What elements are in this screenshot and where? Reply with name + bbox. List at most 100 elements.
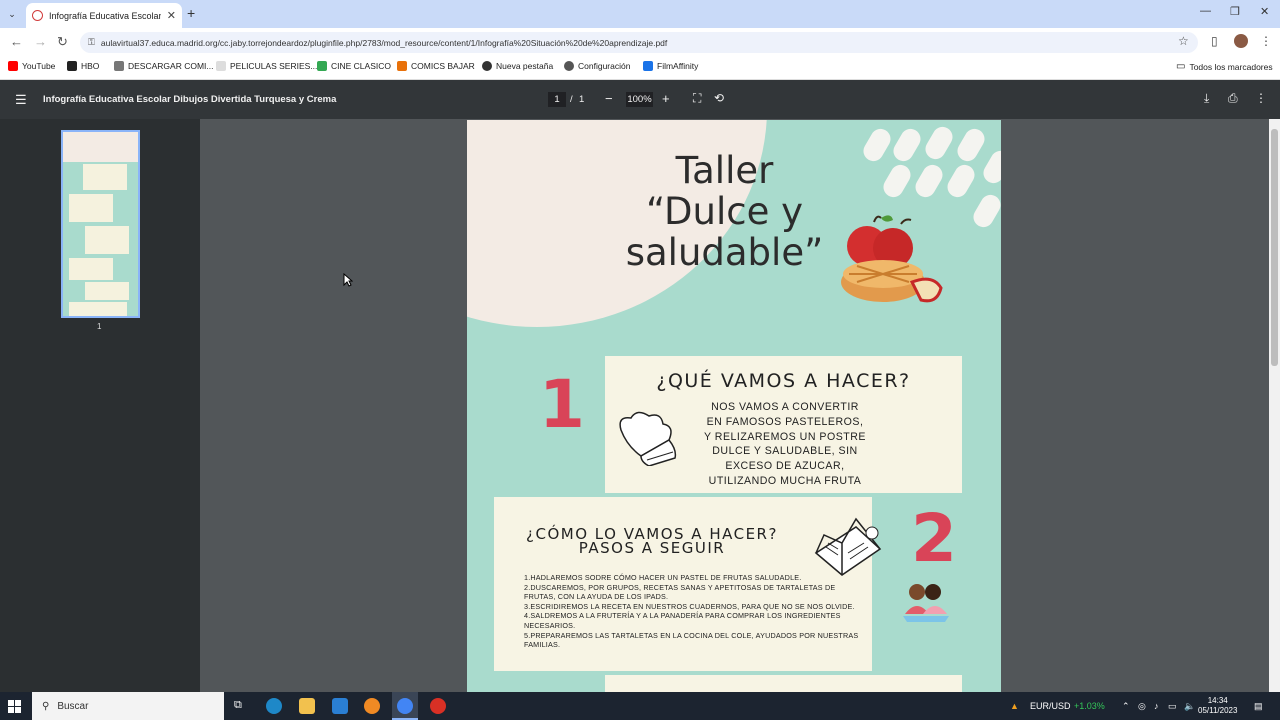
sheets-icon [317,61,327,71]
title-line: Taller [675,149,774,192]
edge-icon[interactable] [266,698,282,714]
bookmarks-bar: YouTube HBO DESCARGAR COMI... PELICULAS … [0,56,1280,80]
gear-icon [564,61,574,71]
description-line: NOS VAMOS A CONVERTIR [711,401,859,413]
profile-avatar[interactable] [1234,34,1248,48]
decorative-drop [921,123,957,163]
step-1-heading: ¿QUÉ VAMOS A HACER? [656,370,911,392]
zoom-out-icon[interactable]: − [605,91,613,106]
zoom-in-icon[interactable]: + [662,91,670,106]
back-icon[interactable]: ← [10,34,23,49]
pdf-page: Taller “Dulce y saludable” 1 ¿QUÉ VAMOS … [467,120,1001,692]
youtube-icon [8,61,18,71]
chrome-taskbar-active[interactable] [392,692,418,720]
page-thumbnail[interactable] [61,130,140,318]
bookmark-youtube[interactable]: YouTube [8,61,55,71]
taskbar-search[interactable]: ⚲ Buscar [32,692,224,720]
bookmark-label: COMICS BAJAR [411,61,475,71]
more-options-icon[interactable]: ⋮ [1255,91,1267,105]
window-close-icon[interactable]: ✕ [1260,5,1269,18]
decorative-drop [969,191,1001,231]
taskbar-search-placeholder: Buscar [57,700,89,712]
description-line: EXCESO DE AZUCAR, [725,460,845,473]
step-2-list: 1.Hadlaremos sodre cómo hacer un pastel … [524,573,860,650]
scrollbar-thumb[interactable] [1271,129,1278,366]
bookmark-star-icon[interactable]: ☆ [1178,34,1189,48]
step-2-number: 2 [911,500,957,577]
system-clock[interactable]: 14:34 05/11/2023 [1198,696,1237,716]
browser-icon[interactable] [364,698,380,714]
windows-start-icon[interactable] [8,700,21,713]
chef-hat-icon [619,411,677,466]
tab-favicon-icon [32,10,43,21]
tray-chevron-icon[interactable]: ⌃ [1122,701,1130,712]
network-icon[interactable]: ▭ [1168,701,1177,712]
step-1-description: NOS VAMOS A CONVERTIR EN FAMOSOS PASTELE… [680,400,890,489]
all-bookmarks[interactable]: ▭ Todos los marcadores [1176,61,1273,72]
list-item: 1.Hadlaremos sodre cómo hacer un pastel … [524,573,802,582]
globe-icon [482,61,492,71]
minimize-icon[interactable]: — [1200,5,1211,17]
microphone-icon[interactable]: ♪ [1154,701,1159,711]
tab-close-icon[interactable]: ✕ [167,9,176,22]
print-icon[interactable]: ⎙ [1228,91,1238,106]
rotate-icon[interactable]: ⟲ [714,91,724,105]
new-tab-icon[interactable]: + [187,5,195,21]
url-text: aulavirtual37.educa.madrid.org/cc.jaby.t… [100,37,668,48]
bookmark-comics-bajar[interactable]: COMICS BAJAR [397,61,475,71]
zoom-input[interactable]: 100% [626,92,653,107]
step-2-card: ¿CÓMO LO VAMOS A HACER? PASOS A SEGUIR 1… [494,497,882,671]
bookmark-filmaffinity[interactable]: FilmAffinity [643,61,698,71]
menu-icon[interactable]: ☰ [15,92,27,108]
taskbar: ⚲ Buscar ⧉ ▲ EUR/USD +1.03% ⌃ ◎ ♪ ▭ 🔈 14… [0,692,1280,720]
bookmark-label: CINE CLASICO [331,61,391,71]
blogger-icon [397,61,407,71]
all-bookmarks-label: Todos los marcadores [1189,61,1273,72]
bookmark-configuracion[interactable]: Configuración [564,61,630,71]
bookmark-label: Configuración [578,61,631,71]
browser-tab[interactable]: Infografía Educativa Escolar Di ✕ [26,3,182,28]
decorative-drop [879,161,915,201]
vertical-scrollbar[interactable] [1269,119,1280,692]
bookmark-label: YouTube [22,61,56,71]
download-icon[interactable]: ⤓ [1204,91,1209,106]
bookmark-nueva-pestana[interactable]: Nueva pestaña [482,61,553,71]
browser-toolbar: ← → ↻ ⚿ aulavirtual37.educa.madrid.org/c… [0,28,1280,56]
file-explorer-icon[interactable] [299,698,315,714]
side-panel-icon[interactable]: ▯ [1211,34,1218,48]
list-item: 2.Duscaremos, por grupos, recetas sanas … [524,582,836,602]
bookmark-hbo[interactable]: HBO [67,61,99,71]
mouse-cursor-icon [343,273,353,287]
bookmark-descargar-comics[interactable]: DESCARGAR COMI... [114,61,213,71]
pdf-toolbar: ☰ Infografía Educativa Escolar Dibujos D… [0,80,1280,119]
title-line: “Dulce y [645,190,803,233]
reload-icon[interactable]: ↻ [57,34,68,50]
decorative-drop [859,125,895,165]
bookmark-label: PELICULAS SERIES... [230,61,318,71]
address-bar[interactable]: ⚿ aulavirtual37.educa.madrid.org/cc.jaby… [80,32,1198,53]
volume-icon[interactable]: 🔈 [1184,701,1195,712]
app-icon[interactable] [430,698,446,714]
step-1-number: 1 [539,366,585,443]
decorative-drop [979,147,1001,187]
mail-icon[interactable] [332,698,348,714]
site-info-icon[interactable]: ⚿ [88,37,95,48]
browser-menu-icon[interactable]: ⋮ [1260,34,1272,48]
page-number-input[interactable]: 1 [548,92,566,107]
clock-time: 14:34 [1207,696,1228,705]
decorative-drop [943,161,979,201]
camera-icon[interactable]: ◎ [1138,701,1146,712]
bookmark-cine-clasico[interactable]: CINE CLASICO [317,61,391,71]
tab-search-icon[interactable]: ⌄ [4,6,20,22]
restore-icon[interactable]: ❐ [1230,5,1240,18]
description-line: EN FAMOSOS PASTELEROS, [706,415,864,428]
bookmark-label: DESCARGAR COMI... [128,61,214,71]
decorative-drop [911,161,947,201]
task-view-icon[interactable]: ⧉ [234,699,242,712]
bookmark-peliculas-series[interactable]: PELICULAS SERIES... [216,61,317,71]
step-2-heading-line: PASOS A SEGUIR [578,539,726,557]
notifications-icon[interactable]: ▤ [1254,701,1263,712]
fit-page-icon[interactable]: ⛶ [693,91,701,106]
forward-icon[interactable]: → [34,34,47,49]
bookmark-label: HBO [81,61,100,71]
